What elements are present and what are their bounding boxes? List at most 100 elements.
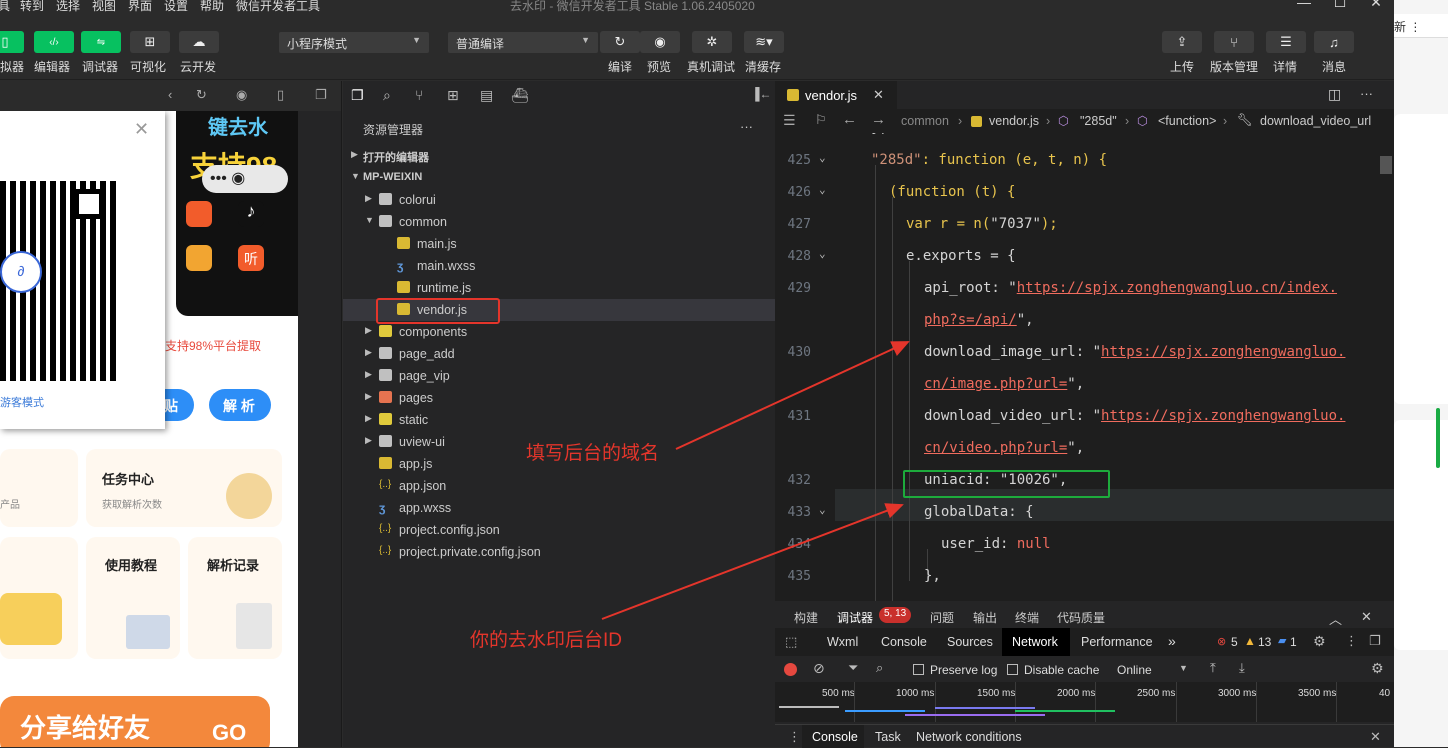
dock-icon[interactable]: ❐ — [1369, 633, 1381, 649]
tab-terminal[interactable]: 终端 — [1015, 609, 1039, 626]
card-tutorial[interactable]: 使用教程 — [86, 537, 180, 659]
file-tree-item-common[interactable]: ▼ common — [343, 211, 775, 233]
tab-vendor-js[interactable]: vendor.js ✕ — [775, 81, 897, 109]
chevron-up-icon[interactable]: ︿ — [1329, 609, 1342, 628]
file-tree-item-components[interactable]: ▶ components — [343, 321, 775, 343]
compile-mode-select[interactable]: 普通编译 ▼ — [448, 32, 598, 53]
tab-output[interactable]: 输出 — [973, 609, 997, 626]
forward-arrow-icon[interactable]: → — [871, 111, 886, 128]
scrollbar-thumb[interactable] — [1436, 408, 1440, 468]
export-icon[interactable]: ⤓ — [1239, 660, 1245, 676]
code-url[interactable]: cn/image.php?url= — [924, 376, 1067, 392]
source-control-icon[interactable]: ⑂ — [415, 87, 423, 103]
share-banner[interactable]: 分享给好友 GO — [0, 696, 270, 747]
search-icon[interactable]: ⌕ — [876, 660, 883, 676]
filter-icon[interactable]: ⏷ — [848, 660, 858, 676]
file-tree-item-project-config-json[interactable]: {..} project.config.json — [343, 519, 775, 541]
details-button[interactable]: ☰ — [1266, 31, 1306, 53]
minimize-button[interactable]: — — [1284, 0, 1324, 12]
close-panel-icon[interactable]: ✕ — [1361, 609, 1372, 625]
mode-select[interactable]: 小程序模式 ▼ — [279, 32, 429, 53]
refresh-icon[interactable]: ↻ — [196, 87, 207, 103]
bookmark-icon[interactable]: ⚐ — [815, 112, 827, 128]
cloud-button[interactable]: ☁ — [179, 31, 219, 53]
kebab-icon[interactable]: ⋮ — [788, 729, 801, 745]
window-icon[interactable]: ❐ — [315, 87, 327, 103]
chevron-down-icon[interactable]: ⌄ — [819, 183, 826, 196]
storage-icon[interactable]: ▤ — [480, 87, 493, 104]
close-drawer-icon[interactable]: ✕ — [1370, 729, 1381, 745]
editor-toggle-button[interactable]: ‹/› — [34, 31, 74, 53]
error-count[interactable]: 5 — [1231, 635, 1238, 649]
record-icon[interactable] — [784, 663, 797, 676]
files-icon[interactable]: ❐ — [351, 87, 364, 104]
phone-icon[interactable]: ▯ — [277, 87, 284, 103]
collapse-panel-icon[interactable]: ▐← — [751, 87, 772, 101]
tab-sources[interactable]: Sources — [947, 635, 993, 649]
messages-button[interactable]: ♫ — [1314, 31, 1354, 53]
parse-button[interactable]: 解 析 — [209, 389, 271, 421]
inspect-icon[interactable]: ⬚ — [785, 634, 797, 650]
explorer-more-button[interactable]: ··· — [740, 119, 753, 134]
list-icon[interactable]: ☰ — [783, 112, 796, 129]
preserve-log-checkbox[interactable] — [913, 664, 924, 675]
file-tree-item-page-add[interactable]: ▶ page_add — [343, 343, 775, 365]
breadcrumb-item[interactable]: "285d" — [1080, 114, 1117, 128]
import-icon[interactable]: ⤒ — [1210, 660, 1216, 676]
project-section[interactable]: ▼ MP-WEIXIN — [343, 167, 775, 189]
card-products[interactable]: 产品 — [0, 449, 78, 527]
chevron-left-icon[interactable]: ‹ — [168, 87, 172, 102]
breadcrumb-item[interactable]: download_video_url — [1260, 114, 1371, 128]
tab-debugger[interactable]: 调试器 — [837, 609, 873, 626]
menu-item-help[interactable]: 帮助 — [200, 0, 224, 12]
compile-button[interactable]: ↻ — [600, 31, 640, 53]
file-tree-item-colorui[interactable]: ▶ colorui — [343, 189, 775, 211]
menu-item-settings[interactable]: 设置 — [164, 0, 188, 12]
visual-button[interactable]: ⊞ — [130, 31, 170, 53]
tab-problems[interactable]: 问题 — [930, 609, 954, 626]
file-tree-item-project-private-config-json[interactable]: {..} project.private.config.json — [343, 541, 775, 563]
clear-cache-button[interactable]: ≋▾ — [744, 31, 784, 53]
menu-item-goto[interactable]: 转到 — [20, 0, 44, 12]
close-window-button[interactable]: ✕ — [1356, 0, 1394, 12]
file-tree-item-app-wxss[interactable]: ʒ app.wxss — [343, 497, 775, 519]
clear-icon[interactable]: ⊘ — [813, 660, 825, 677]
card-left[interactable] — [0, 537, 78, 659]
maximize-button[interactable]: ☐ — [1320, 0, 1360, 12]
tab-network-active[interactable]: Network — [1002, 628, 1070, 656]
breadcrumb-item[interactable]: vendor.js — [989, 114, 1039, 128]
close-icon[interactable]: ✕ — [134, 119, 149, 140]
tab-build[interactable]: 构建 — [794, 609, 818, 626]
file-tree-item-page-vip[interactable]: ▶ page_vip — [343, 365, 775, 387]
drawer-tab-network-conditions[interactable]: Network conditions — [916, 730, 1022, 744]
docker-icon[interactable]: ⛴ — [511, 87, 529, 104]
simulator-toggle-button[interactable]: ▯ — [0, 31, 24, 53]
file-tree-item-static[interactable]: ▶ static — [343, 409, 775, 431]
file-tree-item-app-json[interactable]: {..} app.json — [343, 475, 775, 497]
breadcrumb-item[interactable]: common — [901, 114, 949, 128]
chevron-down-icon[interactable]: ⌄ — [819, 503, 826, 516]
menu-item-select[interactable]: 选择 — [56, 0, 80, 12]
split-editor-icon[interactable]: ◫ — [1328, 86, 1341, 103]
upload-button[interactable]: ⇪ — [1162, 31, 1202, 53]
code-url[interactable]: php?s=/api/ — [924, 312, 1017, 328]
disable-cache-checkbox[interactable] — [1007, 664, 1018, 675]
extensions-icon[interactable]: ⊞ — [447, 87, 459, 104]
drawer-tab-task[interactable]: Task — [875, 730, 901, 744]
drawer-tab-console[interactable]: Console — [802, 725, 864, 748]
code-url[interactable]: https://spjx.zonghengwangluo. — [1101, 408, 1345, 424]
gear-icon[interactable]: ⚙ — [1371, 660, 1384, 677]
warning-count[interactable]: 13 — [1258, 635, 1271, 649]
open-editors-section[interactable]: ▶ 打开的编辑器 — [343, 145, 775, 167]
background-tab[interactable]: 新 ⋮ — [1394, 14, 1448, 38]
info-count[interactable]: 1 — [1290, 635, 1297, 649]
file-tree-item-main-js[interactable]: main.js — [343, 233, 775, 255]
file-tree-item-runtime-js[interactable]: runtime.js — [343, 277, 775, 299]
gear-icon[interactable]: ⚙ — [1313, 633, 1326, 650]
code-url[interactable]: cn/video.php?url= — [924, 440, 1067, 456]
capsule-button[interactable]: ••• ◉ — [202, 165, 288, 193]
code-url[interactable]: https://spjx.zonghengwangluo.cn/index. — [1017, 280, 1337, 296]
preview-button[interactable]: ◉ — [640, 31, 680, 53]
code-url[interactable]: https://spjx.zonghengwangluo. — [1101, 344, 1345, 360]
real-debug-button[interactable]: ✲ — [692, 31, 732, 53]
